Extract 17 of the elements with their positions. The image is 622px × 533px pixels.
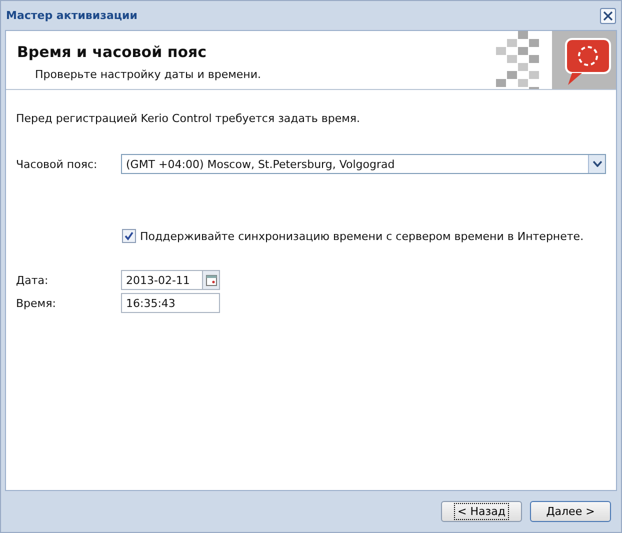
next-button[interactable]: Далее > (530, 501, 611, 522)
page-title: Время и часовой пояс (17, 43, 208, 61)
window-title: Мастер активизации (6, 9, 138, 22)
field-label: Часовой пояс: (16, 158, 98, 170)
back-button[interactable]: < Назад (441, 501, 522, 522)
timezone-dropdown[interactable]: (GMT +04:00) Moscow, St.Petersburg, Volgograd (121, 154, 606, 174)
checkbox[interactable] (122, 229, 136, 243)
checkbox-label: Поддерживайте синхронизацию времени с сервером времени в Интернете. (140, 230, 584, 242)
page-subtitle: Проверьте настройку даты и времени. (35, 68, 261, 81)
intro-text: Перед регистрацией Kerio Control требуется задать время. (16, 112, 362, 125)
close-button[interactable] (600, 8, 616, 24)
field-label: Дата: (16, 274, 50, 286)
calendar-icon (206, 274, 216, 286)
close-icon (603, 10, 613, 20)
date-field[interactable]: 2013-02-11 (121, 270, 220, 290)
field-label: Время: (16, 296, 57, 310)
time-field[interactable]: 16:35:43 (121, 293, 220, 313)
